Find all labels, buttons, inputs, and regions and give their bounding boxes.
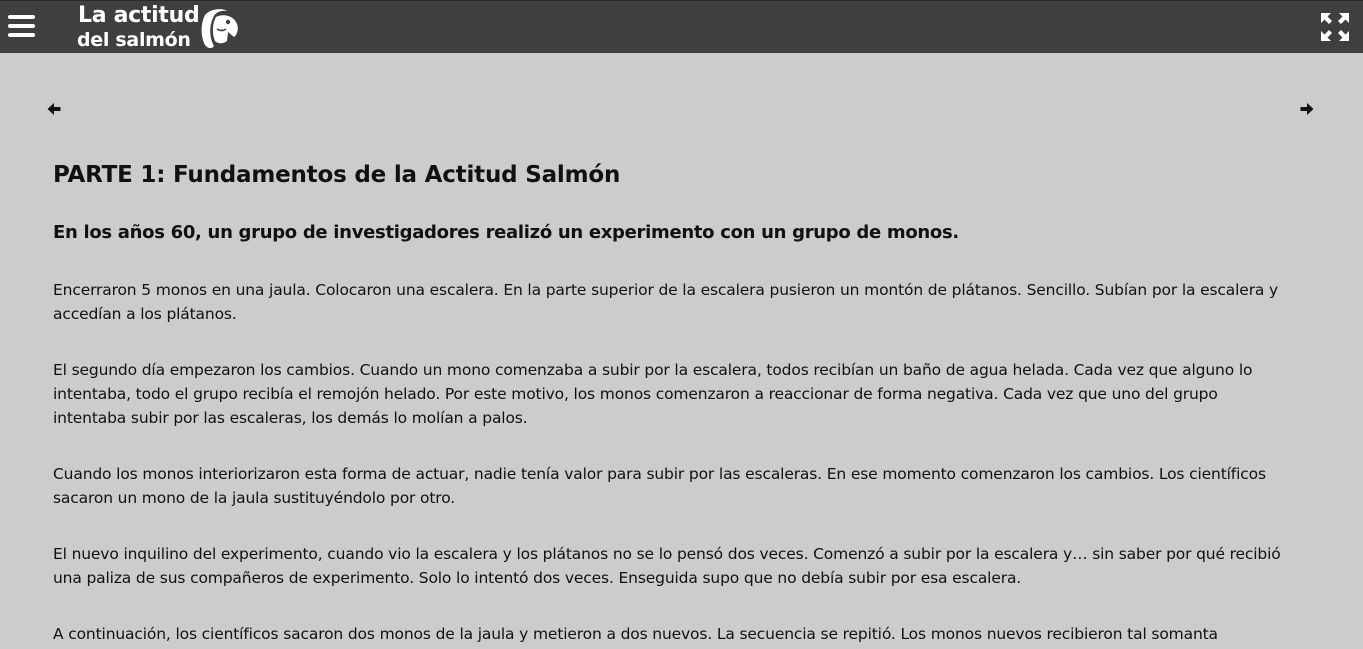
hamburger-menu-icon[interactable] (8, 15, 35, 39)
menu-bar (8, 33, 35, 37)
menu-bar (8, 15, 35, 19)
article-title: PARTE 1: Fundamentos de la Actitud Salmó… (53, 162, 621, 188)
menu-bar (8, 24, 35, 28)
article-paragraph: Cuando los monos interiorizaron esta for… (53, 465, 1266, 507)
article-paragraph: Encerraron 5 monos en una jaula. Colocar… (53, 281, 1279, 323)
logo-line2: del salmón (77, 29, 191, 51)
arrow-left-icon[interactable] (46, 101, 62, 117)
salmon-fish-icon (201, 9, 238, 49)
article-paragraph: A continuación, los científicos sacaron … (53, 625, 1218, 643)
article-subtitle: En los años 60, un grupo de investigador… (53, 222, 959, 243)
article-paragraph: El nuevo inquilino del experimento, cuan… (53, 545, 1281, 587)
site-logo[interactable]: La actitud del salmón (77, 2, 247, 52)
logo-line1: La actitud (78, 3, 200, 28)
article-paragraph: El segundo día empezaron los cambios. Cu… (53, 361, 1253, 427)
article-content: PARTE 1: Fundamentos de la Actitud Salmó… (53, 158, 1293, 646)
expand-arrows-icon[interactable] (1321, 13, 1349, 41)
arrow-right-icon[interactable] (1299, 101, 1315, 117)
top-bar: La actitud del salmón (0, 0, 1363, 53)
